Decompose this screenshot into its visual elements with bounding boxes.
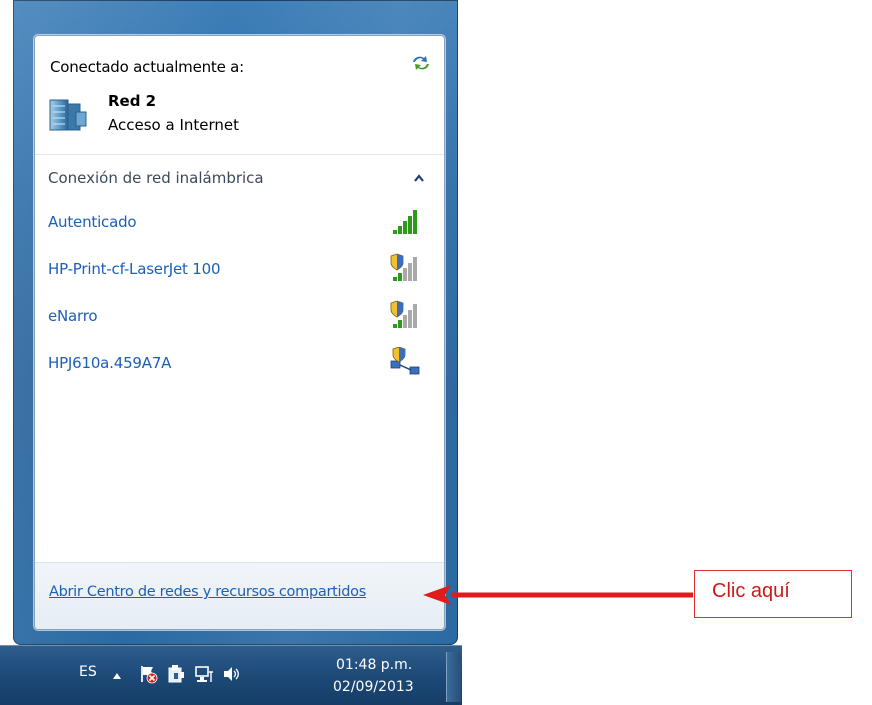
volume-icon[interactable] (222, 664, 242, 684)
open-network-sharing-center-link[interactable]: Abrir Centro de redes y recursos compart… (49, 584, 366, 600)
connected-header: Conectado actualmente a: (50, 58, 245, 76)
wifi-network-item[interactable]: HP-Print-cf-LaserJet 100 (35, 251, 444, 291)
chevron-up-icon[interactable] (413, 173, 425, 183)
show-hidden-icons-arrow-icon[interactable] (112, 672, 122, 680)
taskbar: ES 01:48 p.m. 02/09/2013 (0, 645, 462, 705)
current-network-status: Acceso a Internet (108, 116, 240, 134)
section-divider (35, 154, 444, 155)
network-building-icon (49, 99, 87, 131)
wifi-network-name: HPJ610a.459A7A (48, 354, 172, 372)
current-network-name: Red 2 (108, 92, 157, 110)
refresh-networks-icon[interactable] (410, 53, 432, 73)
annotation-arrow (423, 585, 693, 605)
show-desktop-button[interactable] (446, 652, 461, 702)
flyout-footer: Abrir Centro de redes y recursos compart… (35, 562, 444, 629)
signal-strength-full-icon (393, 210, 417, 234)
device-icon[interactable] (166, 664, 186, 684)
adhoc-network-icon (390, 347, 420, 375)
clock-date[interactable]: 02/09/2013 (333, 679, 414, 695)
signal-strength-secured-icon (390, 253, 417, 281)
network-flyout-panel: Conectado actualmente a: Red 2 Acceso a … (34, 35, 445, 630)
network-icon[interactable] (194, 664, 214, 684)
wifi-network-name: Autenticado (48, 213, 137, 231)
wireless-section-title[interactable]: Conexión de red inalámbrica (48, 169, 264, 187)
language-indicator[interactable]: ES (79, 664, 97, 680)
wifi-network-item[interactable]: eNarro (35, 298, 444, 338)
clock-time[interactable]: 01:48 p.m. (336, 657, 412, 673)
signal-strength-secured-icon (390, 300, 417, 328)
annotation-label: Clic aquí (712, 580, 790, 602)
wifi-network-item[interactable]: HPJ610a.459A7A (35, 345, 444, 385)
wifi-network-item[interactable]: Autenticado (35, 204, 444, 244)
annotation-callout: Clic aquí (694, 570, 852, 618)
wifi-network-name: eNarro (48, 307, 98, 325)
wifi-network-name: HP-Print-cf-LaserJet 100 (48, 260, 221, 278)
action-center-flag-icon[interactable] (138, 664, 158, 684)
